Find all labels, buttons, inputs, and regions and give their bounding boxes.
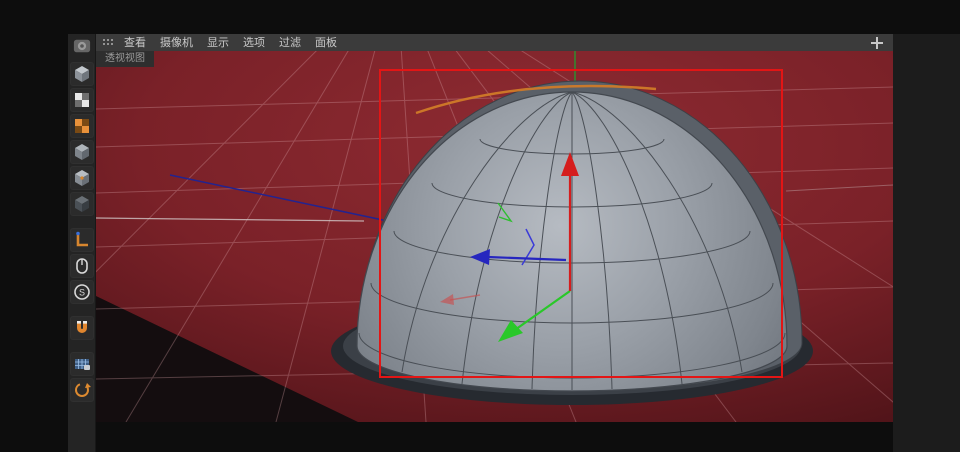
menu-view[interactable]: 查看 — [117, 34, 153, 51]
menu-display[interactable]: 显示 — [200, 34, 236, 51]
svg-text:S: S — [78, 288, 84, 298]
model-cube-icon[interactable] — [69, 62, 94, 86]
rotate-tool-icon[interactable] — [69, 378, 94, 402]
right-panel-strip — [893, 34, 960, 452]
object-cube-dark-icon[interactable] — [69, 192, 94, 216]
menu-panel[interactable]: 面板 — [308, 34, 344, 51]
viewport-tab[interactable]: 透视视图 — [96, 51, 154, 67]
scene-canvas[interactable] — [96, 51, 893, 422]
perspective-viewport[interactable]: 透视视图 — [96, 51, 893, 422]
magnet-snap-icon[interactable] — [69, 316, 94, 340]
menu-options[interactable]: 选项 — [236, 34, 272, 51]
viewport-menubar: 查看 摄像机 显示 选项 过滤 面板 — [96, 34, 893, 51]
render-settings-checker-icon[interactable] — [69, 114, 94, 138]
workplane-axis-icon[interactable] — [69, 228, 94, 252]
left-toolbar: S — [68, 34, 96, 452]
render-checker-icon[interactable] — [69, 88, 94, 112]
object-cube-alt-icon[interactable] — [69, 166, 94, 190]
app-logo-icon — [73, 39, 90, 53]
snap-s-circle-icon[interactable]: S — [69, 280, 94, 304]
mouse-input-icon[interactable] — [69, 254, 94, 278]
object-cube-icon[interactable] — [69, 140, 94, 164]
menu-cameras[interactable]: 摄像机 — [153, 34, 200, 51]
menu-filter[interactable]: 过滤 — [272, 34, 308, 51]
pan-icon[interactable] — [871, 36, 883, 49]
mesh-grid-lock-icon[interactable] — [69, 352, 94, 376]
grip-icon[interactable] — [102, 38, 113, 47]
